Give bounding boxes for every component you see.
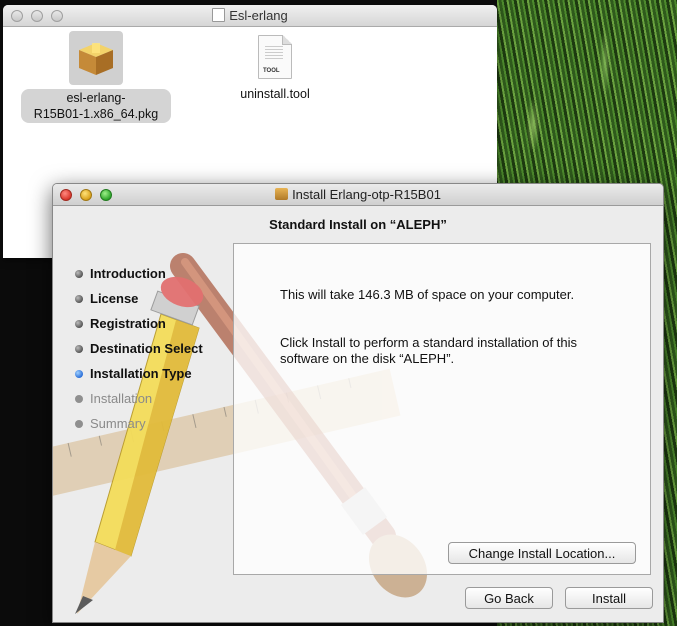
step-bullet-icon — [75, 270, 83, 278]
file-item-pkg[interactable]: esl-erlang- R15B01-1.x86_64.pkg — [21, 31, 171, 123]
step-bullet-icon — [75, 295, 83, 303]
close-button[interactable] — [60, 189, 72, 201]
install-button[interactable]: Install — [565, 587, 653, 609]
content-pane: This will take 146.3 MB of space on your… — [233, 243, 651, 575]
step-label: License — [90, 291, 139, 306]
step-label: Installation — [90, 391, 153, 406]
install-message: Click Install to perform a standard inst… — [280, 335, 577, 366]
step-license: License — [75, 289, 203, 314]
tool-file-icon[interactable]: TOOL — [258, 35, 292, 79]
step-installation: Installation — [75, 389, 203, 414]
file-label-line1: esl-erlang- — [66, 91, 126, 105]
step-destination-select: Destination Select — [75, 339, 203, 364]
package-icon[interactable] — [69, 31, 123, 85]
step-label: Registration — [90, 316, 166, 331]
step-bullet-icon — [75, 320, 83, 328]
step-label: Destination Select — [90, 341, 203, 356]
change-install-location-button[interactable]: Change Install Location... — [448, 542, 636, 564]
steps-list: Introduction License Registration Destin… — [75, 264, 203, 439]
installer-window: Install Erlang-otp-R15B01 Standard Insta… — [52, 183, 664, 623]
step-introduction: Introduction — [75, 264, 203, 289]
step-bullet-icon — [75, 420, 83, 428]
step-registration: Registration — [75, 314, 203, 339]
step-label: Introduction — [90, 266, 166, 281]
zoom-button[interactable] — [51, 10, 63, 22]
minimize-button[interactable] — [80, 189, 92, 201]
go-back-button[interactable]: Go Back — [465, 587, 553, 609]
zoom-button[interactable] — [100, 189, 112, 201]
file-label-uninstall: uninstall.tool — [240, 87, 310, 101]
folder-icon — [212, 8, 226, 22]
step-bullet-active-icon — [75, 370, 83, 378]
installer-title: Install Erlang-otp-R15B01 — [292, 187, 441, 202]
step-label: Summary — [90, 416, 146, 431]
step-label: Installation Type — [90, 366, 192, 381]
step-bullet-icon — [75, 395, 83, 403]
file-label-line2: R15B01-1.x86_64.pkg — [33, 107, 159, 121]
desktop-background — [0, 258, 52, 626]
install-header: Standard Install on “ALEPH” — [269, 217, 447, 232]
step-bullet-icon — [75, 345, 83, 353]
installer-titlebar[interactable]: Install Erlang-otp-R15B01 — [53, 184, 663, 206]
finder-titlebar[interactable]: Esl-erlang — [3, 5, 497, 27]
step-installation-type: Installation Type — [75, 364, 203, 389]
finder-title: Esl-erlang — [229, 8, 288, 23]
installer-package-icon — [275, 188, 289, 200]
minimize-button[interactable] — [31, 10, 43, 22]
file-label-pkg: esl-erlang- R15B01-1.x86_64.pkg — [21, 89, 171, 123]
file-item-uninstall[interactable]: TOOL uninstall.tool — [225, 35, 325, 101]
space-message: This will take 146.3 MB of space on your… — [280, 287, 575, 302]
step-summary: Summary — [75, 414, 203, 439]
close-button[interactable] — [11, 10, 23, 22]
